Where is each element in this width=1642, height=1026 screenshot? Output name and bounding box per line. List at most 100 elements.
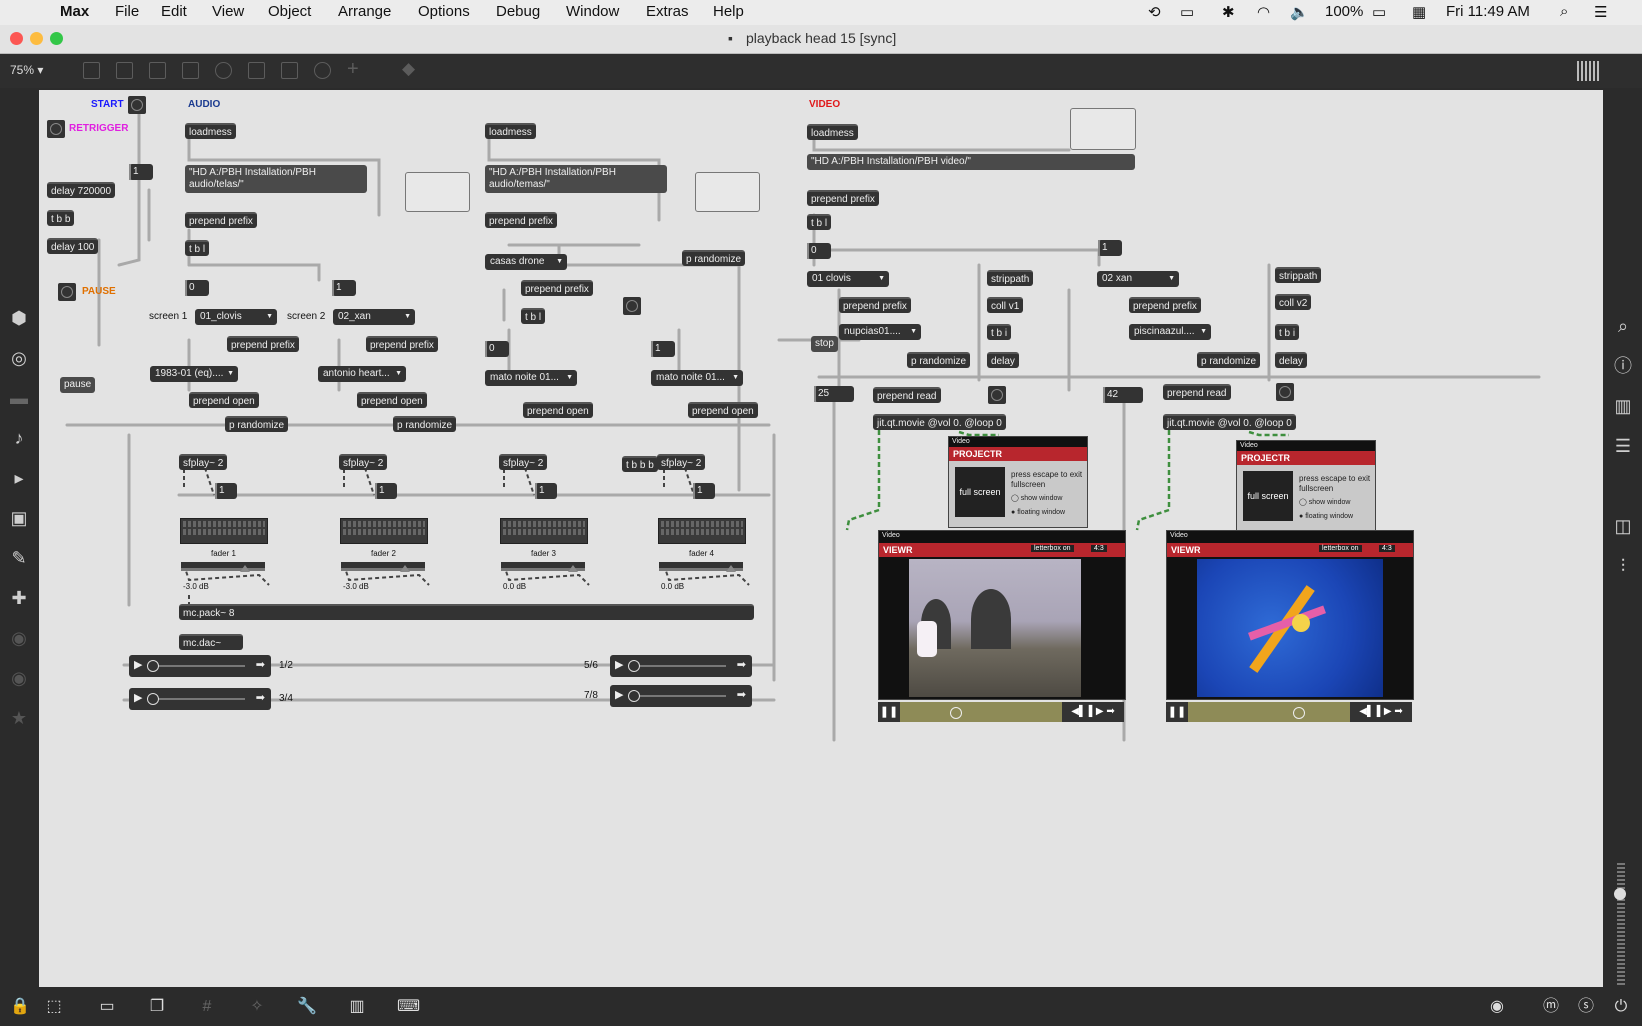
prepend-prefix-object[interactable]: prepend prefix [521,280,593,296]
number-box[interactable]: 25 [814,386,854,402]
audio-path-message-2[interactable]: "HD A:/PBH Installation/PBH audio/temas/… [485,165,667,193]
audio-path-message[interactable]: "HD A:/PBH Installation/PBH audio/telas/… [185,165,367,193]
lock-icon[interactable]: 🔒 [10,997,30,1017]
number-box[interactable]: 0 [185,280,209,296]
mc-dac-object[interactable]: mc.dac~ [179,634,243,650]
search-icon[interactable]: ⌕ [1611,314,1635,338]
delay-100-object[interactable]: delay 100 [47,238,99,254]
play-icon[interactable]: ▶ [615,688,623,701]
letterbox-menu[interactable]: letterbox on [1031,545,1074,552]
jit-qt-movie-object[interactable]: jit.qt.movie @vol 0. @loop 0 [1163,414,1296,430]
position-knob[interactable] [1293,707,1305,719]
paint-bucket-icon[interactable]: ◆ [402,59,415,79]
prepend-prefix-object[interactable]: prepend prefix [185,212,257,228]
p-randomize-object[interactable]: p randomize [1197,352,1261,368]
transport-5-6[interactable]: ▶ ➡ [610,655,752,677]
zoom-window-button[interactable] [50,32,63,45]
play-audio-icon[interactable]: ◉ [1487,997,1507,1017]
prepend-prefix-object[interactable]: prepend prefix [1129,297,1201,313]
new-comment-icon[interactable] [149,62,166,79]
comment-icon[interactable]: ▭ [97,997,117,1017]
transport-position-knob[interactable] [147,660,159,672]
volume-icon[interactable]: 🔈 [1290,3,1309,21]
app-menu[interactable]: Max [60,3,89,20]
transport-position-knob[interactable] [628,660,640,672]
strippath-object[interactable]: strippath [1275,267,1322,283]
menu-view[interactable]: View [212,3,244,20]
piano-icon[interactable]: ▥ [347,997,367,1017]
delay-object[interactable]: delay [987,352,1019,368]
screen-1-menu[interactable]: 01_clovis [195,309,277,325]
mc-pack-object[interactable]: mc.pack~ 8 [179,604,754,620]
menu-clock[interactable]: Fri 11:49 AM [1446,3,1530,20]
screen-2-menu[interactable]: 02_xan [333,309,415,325]
video-screen-menu-b[interactable]: 02 xan [1097,271,1179,287]
pause-bang-button[interactable] [58,283,76,301]
gain-slider-thumb[interactable] [400,565,411,572]
clippings-icon[interactable]: ✎ [7,546,31,570]
transport-position-knob[interactable] [147,693,159,705]
patcher-canvas[interactable]: START AUDIO VIDEO RETRIGGER PAUSE 1 dela… [39,90,1603,987]
transport-scrubber[interactable] [638,665,726,667]
loadmess-object[interactable]: loadmess [185,123,236,139]
close-window-button[interactable] [10,32,23,45]
audio-file-menu-1[interactable]: 1983-01 (eq).... [150,366,238,382]
bluetooth-icon[interactable]: ✱ [1222,3,1235,21]
number-box[interactable]: 0 [807,243,831,259]
video-file-menu-a[interactable]: nupcias01.... [839,324,921,340]
sfplay-object[interactable]: sfplay~ 2 [657,454,706,470]
prepend-open-object[interactable]: prepend open [189,392,259,408]
menu-edit[interactable]: Edit [161,3,187,20]
floating-window-toggle[interactable]: ● floating window [1299,513,1353,520]
audio-file-menu-3[interactable]: mato noite 01... [485,370,577,386]
menu-extras[interactable]: Extras [646,3,689,20]
presentation-icon[interactable]: ⬚ [44,997,64,1017]
p-randomize-object[interactable]: p randomize [682,250,746,266]
wifi-icon[interactable]: ◠ [1257,3,1270,21]
menu-help[interactable]: Help [713,3,744,20]
show-window-toggle[interactable]: ◯ show window [1011,494,1062,502]
loadmess-object[interactable]: loadmess [485,123,536,139]
tbi-object[interactable]: t b i [1275,324,1300,340]
fullscreen-button[interactable]: full screen [955,467,1005,517]
windows-icon[interactable]: ❐ [147,997,167,1017]
prepend-open-object[interactable]: prepend open [688,402,758,418]
p-randomize-object[interactable]: p randomize [225,416,289,432]
fullscreen-button[interactable]: full screen [1243,471,1293,521]
tbbb-object[interactable]: t b b b [622,456,658,472]
sfplay-object[interactable]: sfplay~ 2 [339,454,388,470]
power-icon[interactable]: ⏻ [1611,997,1631,1017]
new-button-icon[interactable] [182,62,199,79]
object-browser-icon[interactable]: ⬢ [7,306,31,330]
time-machine-icon[interactable]: ⟲ [1148,3,1161,21]
minimize-window-button[interactable] [30,32,43,45]
play-icon[interactable]: ▶ [134,691,142,704]
new-number-icon[interactable] [248,62,265,79]
sfplay-object[interactable]: sfplay~ 2 [499,454,548,470]
start-bang-button[interactable] [128,96,146,114]
empty-message-box[interactable] [1070,108,1136,150]
airplay-icon[interactable]: ▭ [1180,3,1194,21]
frame-step-controls[interactable]: ◀▌ ▌▶ ➡ [1062,702,1124,722]
arrow-right-icon[interactable]: ➡ [737,688,746,701]
prepend-read-object[interactable]: prepend read [1163,384,1231,400]
transport-3-4[interactable]: ▶ ➡ [129,688,271,710]
new-message-icon[interactable] [116,62,133,79]
number-box[interactable]: 1 [129,164,153,180]
vizzie-icon[interactable]: ◉ [7,626,31,650]
output-volume-knob[interactable] [1614,888,1626,900]
favorites-star-icon[interactable]: ★ [7,706,31,730]
video-files-icon[interactable]: ▸ [7,466,31,490]
video-transport-a[interactable]: ❚❚ ◀▌ ▌▶ ➡ [878,702,1124,722]
menu-debug[interactable]: Debug [496,3,540,20]
empty-message-box[interactable] [695,172,760,212]
arrow-right-icon[interactable]: ➡ [256,658,265,671]
inspector-info-icon[interactable]: ⓘ [1611,354,1635,378]
menu-options[interactable]: Options [418,3,470,20]
play-icon[interactable]: ▶ [615,658,623,671]
floating-window-toggle[interactable]: ● floating window [1011,509,1065,516]
number-box[interactable]: 0 [485,341,509,357]
casas-drone-menu[interactable]: casas drone [485,254,567,270]
gain-slider-thumb[interactable] [725,565,736,572]
spotlight-icon[interactable]: ⌕ [1560,3,1568,20]
